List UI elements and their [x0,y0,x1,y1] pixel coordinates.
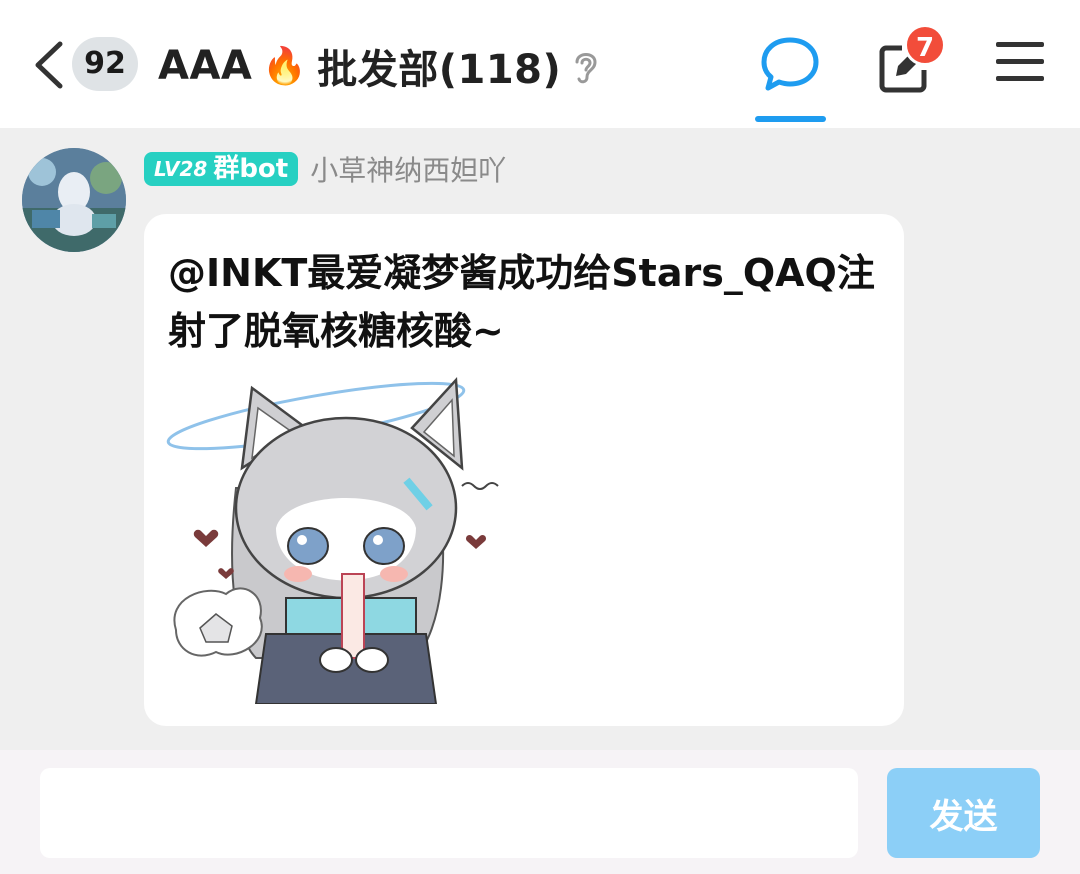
active-tab-indicator [755,116,826,122]
menu-icon-line [996,42,1044,47]
chevron-left-icon [35,41,63,89]
chat-title[interactable]: AAA 🔥 批发部(118) [158,36,601,96]
sticker-image[interactable] [166,358,508,704]
sender-name[interactable]: 小草神纳西妲吖 [310,149,506,189]
role-label: 群bot [213,154,289,184]
unread-count-badge[interactable]: 92 [72,37,138,91]
message-bubble[interactable]: @INKT最爱凝梦酱成功给Stars_QAQ注射了脱氧核糖核酸~ [144,214,904,726]
avatar-image [22,148,126,252]
menu-icon-line [996,59,1044,64]
send-button[interactable]: 发送 [887,768,1040,858]
ear-icon [575,53,597,84]
role-tag: LV28 群bot [144,152,299,186]
menu-icon-line [996,76,1044,81]
chat-tab-button[interactable] [754,30,826,100]
notification-badge: 7 [904,24,946,66]
composer-bar: 发送 [0,750,1080,874]
sender-avatar[interactable] [22,148,126,252]
top-bar: 92 AAA 🔥 批发部(118) 7 [0,0,1080,128]
back-button[interactable] [30,40,70,90]
group-name-prefix: AAA [158,43,253,89]
level-label: LV28 [154,157,208,181]
group-name-suffix: 批发部(118) [317,47,562,93]
message-text: @INKT最爱凝梦酱成功给Stars_QAQ注射了脱氧核糖核酸~ [168,251,875,353]
menu-button[interactable] [996,42,1044,86]
sender-info: LV28 群bot 小草神纳西妲吖 [144,150,506,188]
chat-bubble-icon [761,37,819,91]
message-input[interactable] [40,768,858,858]
flame-emoji: 🔥 [262,46,308,87]
